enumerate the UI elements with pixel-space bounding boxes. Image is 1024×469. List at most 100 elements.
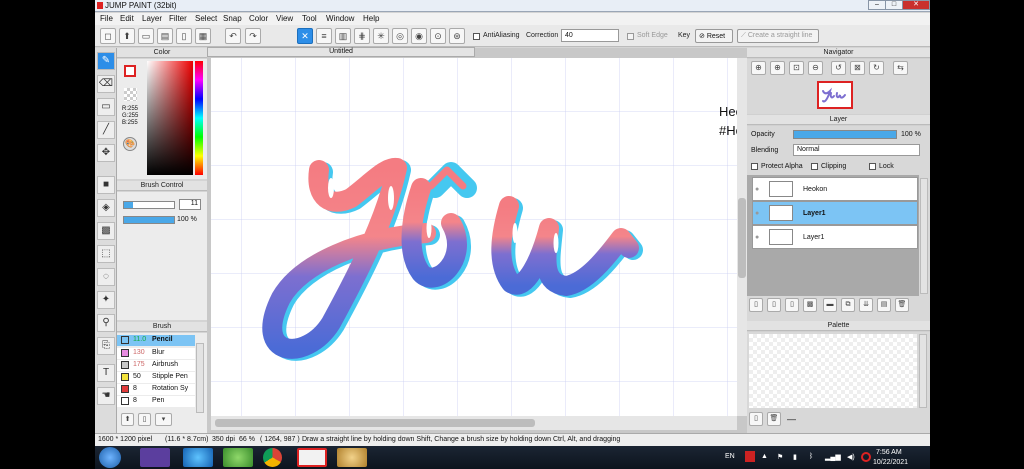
foreground-color-swatch[interactable]	[124, 65, 136, 77]
brush-item[interactable]: 130 Blur	[117, 348, 195, 359]
palette-swatches-area[interactable]	[749, 334, 917, 408]
zoom-in-icon[interactable]: ⊕	[751, 61, 766, 75]
layer-row-selected[interactable]: ● Layer1	[752, 201, 918, 225]
fill-rect-icon[interactable]: ■	[97, 176, 115, 194]
minimize-button[interactable]: –	[868, 0, 886, 10]
horizontal-scroll-thumb[interactable]	[215, 419, 535, 427]
zoom-actual-icon[interactable]: ⊕	[770, 61, 785, 75]
menu-select[interactable]: Select	[195, 14, 217, 23]
eyedropper-icon[interactable]: ⚲	[97, 314, 115, 332]
menu-filter[interactable]: Filter	[169, 14, 187, 23]
visibility-icon[interactable]: ●	[755, 186, 759, 193]
zoom-out-icon[interactable]: ⊖	[808, 61, 823, 75]
rotate-right-icon[interactable]: ↻	[869, 61, 884, 75]
tray-clock-date[interactable]: 10/22/2021	[873, 459, 908, 466]
new-vector-layer-icon[interactable]: ▯	[767, 298, 781, 312]
menu-file[interactable]: File	[100, 14, 113, 23]
tray-flag-icon[interactable]: ⚑	[777, 453, 783, 461]
brush-options-icon[interactable]: ▾	[155, 413, 172, 426]
rectangle-select-icon[interactable]: ▭	[97, 98, 115, 116]
soft-edge-checkbox[interactable]	[627, 33, 634, 40]
new-layer-icon[interactable]: ▯	[749, 298, 763, 312]
gradient-tool-icon[interactable]: ▩	[97, 222, 115, 240]
snap-ellipse-icon[interactable]: ◉	[411, 28, 427, 44]
lock-checkbox[interactable]	[869, 163, 876, 170]
brush-item[interactable]: 8 Rotation Sy	[117, 384, 195, 395]
bucket-tool-icon[interactable]: ◈	[97, 199, 115, 217]
transparent-swatch[interactable]	[124, 88, 137, 101]
visual-studio-icon[interactable]	[140, 448, 170, 467]
hue-slider[interactable]	[195, 61, 203, 175]
export-icon[interactable]: ▦	[195, 28, 211, 44]
tray-network-icon[interactable]: ▲	[761, 453, 768, 460]
move-tool-icon[interactable]: ✥	[97, 144, 115, 162]
delete-layer-icon[interactable]: 🗑	[895, 298, 909, 312]
page-icon[interactable]: ▯	[176, 28, 192, 44]
redo-icon[interactable]: ↷	[245, 28, 261, 44]
brush-list-scrollbar[interactable]	[196, 343, 204, 413]
protect-alpha-checkbox[interactable]	[751, 163, 758, 170]
layer-row[interactable]: ● Layer1	[752, 225, 918, 249]
snap-concentric-icon[interactable]: ◎	[392, 28, 408, 44]
saturation-value-picker[interactable]	[147, 61, 193, 175]
layer-row[interactable]: ● Heokon	[752, 177, 918, 201]
paint-taskbar-icon[interactable]	[337, 448, 367, 467]
layer-list-scrollbar[interactable]	[920, 178, 928, 294]
add-brush-icon[interactable]: ⬆	[121, 413, 134, 426]
merge-layer-icon[interactable]: ⇊	[859, 298, 873, 312]
canvas-paper[interactable]: Heokon #Hoidap247	[211, 58, 737, 416]
start-button-icon[interactable]	[99, 447, 121, 468]
snap-curve-icon[interactable]: ⊙	[430, 28, 446, 44]
delete-palette-icon[interactable]: 🗑	[767, 412, 781, 426]
chrome-icon[interactable]	[263, 448, 282, 467]
menu-color[interactable]: Color	[249, 14, 268, 23]
visibility-icon[interactable]: ●	[755, 210, 759, 217]
menu-view[interactable]: View	[276, 14, 293, 23]
document-tab[interactable]: Untitled	[207, 47, 475, 57]
tray-signal-icon[interactable]: ▂▄▆	[825, 453, 841, 461]
snap-cross-icon[interactable]: ▥	[335, 28, 351, 44]
tray-bluetooth-icon[interactable]: ᛒ	[809, 453, 813, 460]
comment-icon[interactable]: ▤	[157, 28, 173, 44]
layer-options-icon[interactable]: ▤	[877, 298, 891, 312]
eraser-tool-icon[interactable]: ⌫	[97, 75, 115, 93]
navigator-thumbnail[interactable]	[817, 81, 853, 109]
maximize-button[interactable]: □	[885, 0, 903, 10]
undo-icon[interactable]: ↶	[225, 28, 241, 44]
lasso-tool-icon[interactable]: ◌	[97, 268, 115, 286]
snap-radial-icon[interactable]: ✳	[373, 28, 389, 44]
brush-item[interactable]: 8 Pen	[117, 396, 195, 407]
flip-icon[interactable]: ⇆	[893, 61, 908, 75]
halftone-layer-icon[interactable]: ▩	[803, 298, 817, 312]
vertical-scroll-thumb[interactable]	[738, 198, 746, 278]
snap-off-icon[interactable]: ✕	[297, 28, 313, 44]
brush-item[interactable]: 175 Airbrush	[117, 360, 195, 371]
tray-volume-icon[interactable]: ◀)	[847, 453, 855, 461]
new-palette-icon[interactable]: ▯	[749, 412, 763, 426]
duplicate-layer-icon[interactable]: ▯	[785, 298, 799, 312]
antialiasing-checkbox[interactable]	[473, 33, 480, 40]
palette-picker-icon[interactable]: 🎨	[123, 137, 137, 151]
speech-bubble-icon[interactable]: ▭	[138, 28, 154, 44]
menu-edit[interactable]: Edit	[120, 14, 134, 23]
correction-select[interactable]: 40	[561, 29, 619, 42]
canvas-vertical-scrollbar[interactable]	[737, 58, 747, 416]
rotate-left-icon[interactable]: ↺	[831, 61, 846, 75]
green-app-icon[interactable]	[223, 448, 253, 467]
hand-tool-icon[interactable]: ☚	[97, 387, 115, 405]
brush-opacity-slider[interactable]	[123, 216, 175, 224]
text-tool-icon[interactable]: T	[97, 364, 115, 382]
fit-icon[interactable]: ⊡	[789, 61, 804, 75]
menu-snap[interactable]: Snap	[223, 14, 242, 23]
jump-paint-taskbar-icon[interactable]	[297, 448, 327, 467]
reset-button[interactable]: ⊘ Reset	[695, 29, 733, 43]
copy-brush-icon[interactable]: ▯	[138, 413, 151, 426]
clipping-checkbox[interactable]	[811, 163, 818, 170]
palette-menu-icon[interactable]: —	[787, 414, 796, 424]
straight-line-button[interactable]: ⟋ Create a straight line	[737, 29, 819, 43]
tray-power-icon[interactable]: ▮	[793, 453, 797, 461]
snap-vanishing-icon[interactable]: ⋕	[354, 28, 370, 44]
tray-opera-icon[interactable]	[861, 452, 871, 462]
menu-tool[interactable]: Tool	[302, 14, 317, 23]
tray-clock-time[interactable]: 7:56 AM	[876, 449, 902, 456]
